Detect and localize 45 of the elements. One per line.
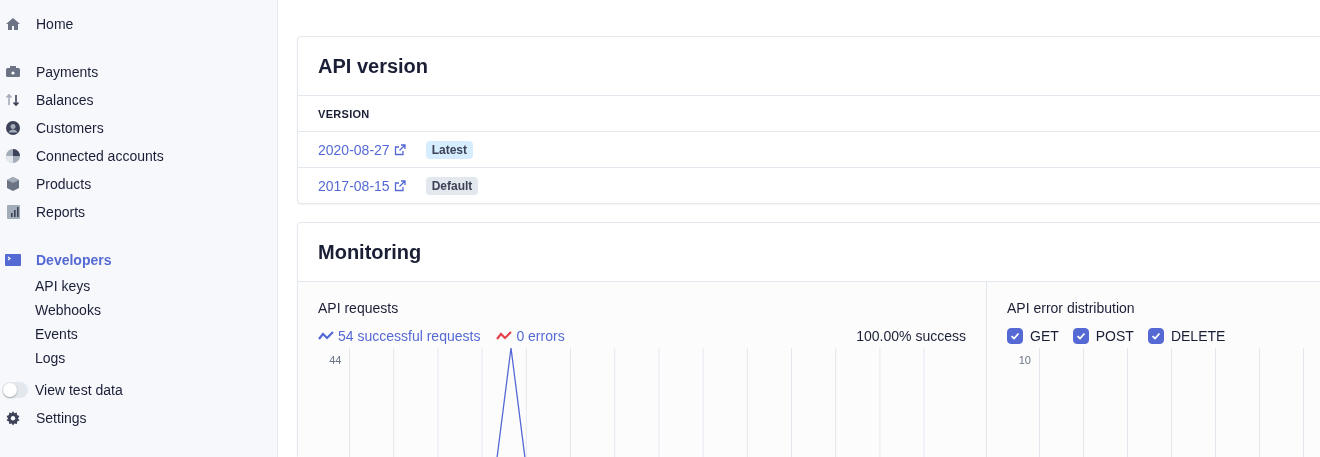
nav-link[interactable]: Customers [36,120,104,136]
checkbox[interactable] [1147,328,1164,344]
panel-title: API requests [318,299,400,318]
nav-icon [5,252,21,268]
checkbox-label: POST [1095,328,1134,344]
external-link-icon[interactable] [393,179,406,192]
nav-sublink[interactable]: API keys [0,274,277,298]
card-title: API version [298,37,1320,96]
nav-icon [5,410,21,426]
nav-icon [5,92,21,108]
nav-link[interactable]: Products [36,176,92,192]
nav-icon [5,120,21,136]
version-badge: Default [425,176,479,195]
nav-sublink[interactable]: Logs [0,346,277,370]
nav-icon [5,64,21,80]
external-link-icon[interactable] [393,143,406,156]
legend-link[interactable]: 0 errors [516,328,565,344]
legend-link[interactable]: 54 successful requests [338,328,481,344]
version-link[interactable]: 2020-08-27 [318,141,390,158]
nav-icon [5,16,21,32]
nav-icon [5,176,21,192]
checkbox-label: DELETE [1170,328,1226,344]
nav-sublink[interactable]: Events [0,322,277,346]
nav-link[interactable]: Payments [36,64,99,80]
nav-sublink[interactable]: Webhooks [0,298,277,322]
nav-icon [5,204,21,220]
nav-link[interactable]: Home [36,16,74,32]
checkbox[interactable] [1007,328,1023,344]
toggle-label: View test data [35,382,123,398]
nav-link[interactable]: Reports [36,204,86,220]
panel-title: API error distribution [1007,299,1136,318]
version-link[interactable]: 2017-08-15 [318,177,390,194]
nav-link[interactable]: Balances [36,92,94,108]
version-badge: Latest [425,140,473,159]
success-rate: 100.00% success [856,328,966,344]
toggle-switch[interactable] [2,382,28,398]
checkbox-label: GET [1030,328,1059,344]
nav-link[interactable]: Connected accounts [36,148,164,164]
y-axis-tick: 10 [1017,353,1031,367]
nav-link[interactable]: Settings [36,410,87,426]
y-axis-tick: 44 [328,353,342,367]
column-header: VERSION [298,96,1320,132]
nav-link[interactable]: Developers [36,252,112,268]
checkbox[interactable] [1072,328,1089,344]
nav-icon [5,148,21,164]
